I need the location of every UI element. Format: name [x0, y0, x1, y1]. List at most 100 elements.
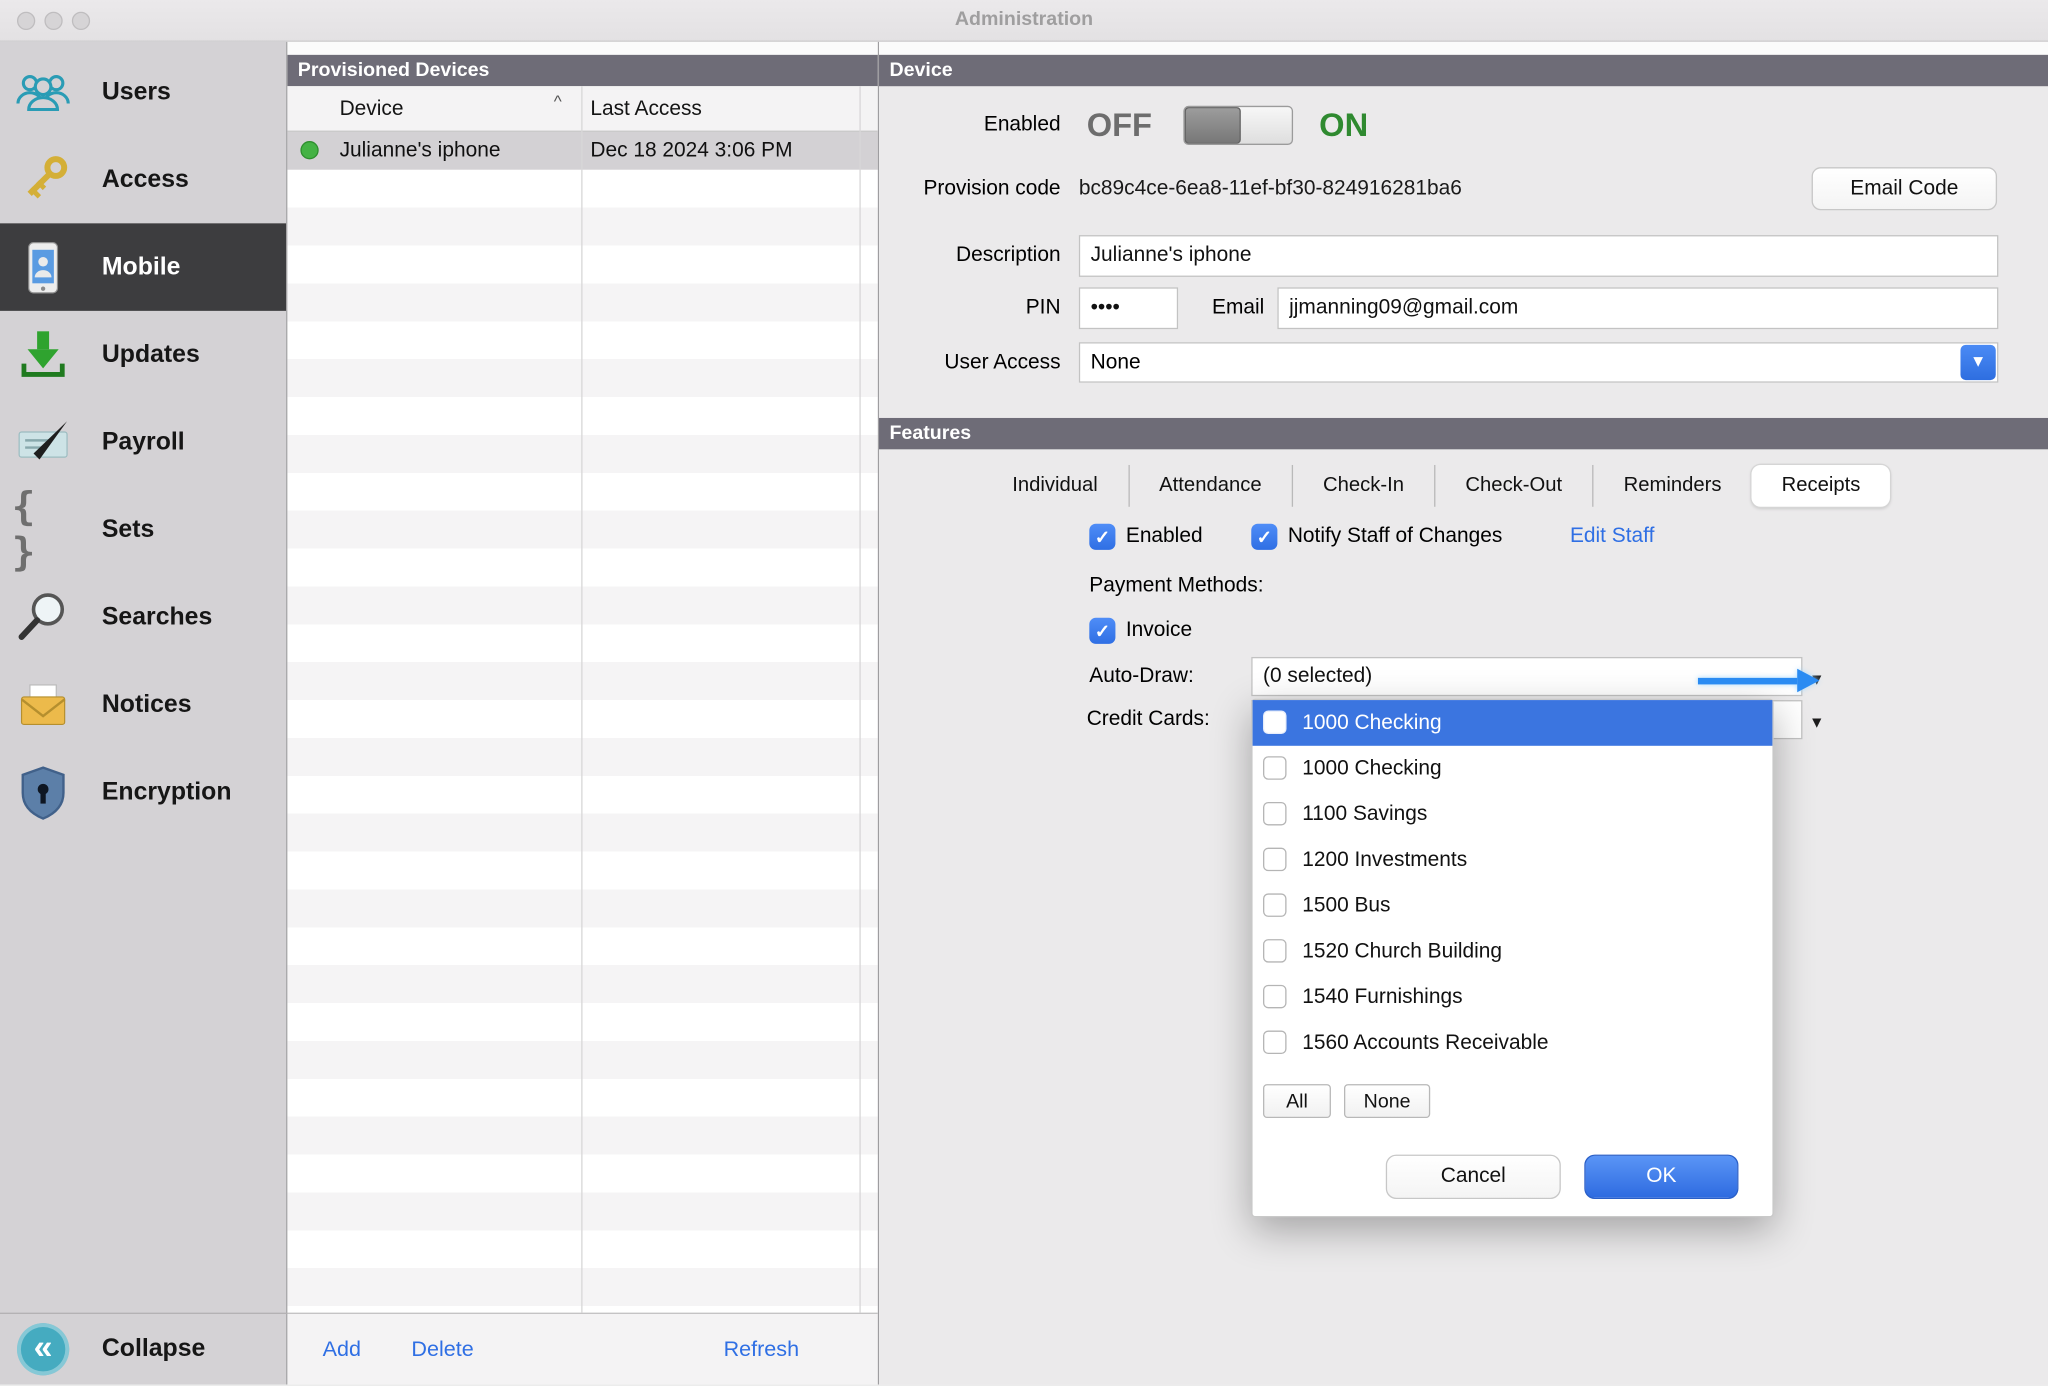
- status-online-dot: [300, 141, 318, 159]
- account-option[interactable]: 1200 Investments: [1253, 837, 1773, 883]
- pin-input[interactable]: [1079, 287, 1178, 329]
- select-none-button[interactable]: None: [1344, 1084, 1430, 1118]
- checkbox-unchecked[interactable]: [1263, 756, 1287, 780]
- sidebar-item-notices[interactable]: Notices: [0, 661, 286, 749]
- sidebar-item-label: Searches: [102, 603, 212, 632]
- sidebar-item-encryption[interactable]: Encryption: [0, 748, 286, 836]
- sort-ascending-icon[interactable]: ^: [554, 91, 562, 111]
- sidebar-item-label: Sets: [102, 515, 154, 544]
- account-option-label: 1560 Accounts Receivable: [1302, 1020, 1548, 1066]
- panel-top-strip: [879, 42, 2048, 55]
- auto-draw-select[interactable]: (0 selected): [1251, 657, 1802, 696]
- chevron-down-icon[interactable]: ▾: [1960, 345, 1995, 380]
- cancel-button[interactable]: Cancel: [1386, 1155, 1561, 1199]
- account-option[interactable]: 1000 Checking: [1253, 700, 1773, 746]
- email-code-button[interactable]: Email Code: [1812, 167, 1997, 210]
- sidebar-item-access[interactable]: Access: [0, 136, 286, 224]
- auto-draw-label: Auto-Draw:: [1089, 657, 1233, 696]
- notify-staff-checkbox[interactable]: ✓: [1251, 524, 1277, 550]
- annotation-arrow-body: [1698, 678, 1797, 685]
- tab-individual[interactable]: Individual: [982, 465, 1128, 507]
- shield-icon: [12, 761, 75, 824]
- column-header-last-access[interactable]: Last Access: [590, 86, 702, 132]
- select-all-button[interactable]: All: [1263, 1084, 1331, 1118]
- sidebar-item-searches[interactable]: Searches: [0, 573, 286, 661]
- envelope-icon: [12, 673, 75, 736]
- users-icon: [12, 61, 75, 124]
- key-icon: [12, 148, 75, 211]
- checkbox-unchecked[interactable]: [1263, 939, 1287, 963]
- checkbox-unchecked[interactable]: [1263, 802, 1287, 826]
- column-divider: [859, 86, 860, 1312]
- checkbox-unchecked[interactable]: [1263, 711, 1287, 735]
- user-access-label: User Access: [879, 342, 1061, 382]
- device-name-cell: Julianne's iphone: [340, 132, 501, 170]
- dropdown-arrow-icon[interactable]: ▼: [1809, 713, 1825, 731]
- delete-device-button[interactable]: Delete: [411, 1314, 473, 1386]
- enabled-toggle[interactable]: [1183, 106, 1293, 145]
- invoice-label: Invoice: [1126, 618, 1192, 644]
- account-option[interactable]: 1520 Church Building: [1253, 929, 1773, 975]
- column-header-device[interactable]: Device: [340, 86, 404, 132]
- sidebar-item-payroll[interactable]: Payroll: [0, 398, 286, 486]
- device-header: Device: [879, 55, 2048, 86]
- account-option[interactable]: 1500 Bus: [1253, 883, 1773, 929]
- email-input[interactable]: [1277, 287, 1998, 329]
- tab-attendance[interactable]: Attendance: [1128, 465, 1292, 507]
- toggle-on-label: ON: [1319, 106, 1368, 145]
- account-option[interactable]: 1560 Accounts Receivable: [1253, 1020, 1773, 1066]
- account-option-label: 1520 Church Building: [1302, 929, 1502, 975]
- window-titlebar: Administration: [0, 0, 2048, 42]
- checkbox-unchecked[interactable]: [1263, 893, 1287, 917]
- accounts-popup: 1000 Checking 1000 Checking 1100 Savings…: [1251, 699, 1773, 1218]
- column-divider: [581, 86, 582, 1312]
- sidebar-item-label: Users: [102, 78, 171, 107]
- enabled-checkbox-label: Enabled: [1126, 524, 1203, 550]
- collapse-chevrons: «: [34, 1326, 53, 1366]
- credit-cards-label: Credit Cards:: [1087, 700, 1233, 739]
- collapse-icon: «: [17, 1323, 69, 1375]
- description-input[interactable]: [1079, 235, 1999, 277]
- magnifier-icon: [12, 586, 75, 649]
- features-header: Features: [879, 418, 2048, 449]
- collapse-label: Collapse: [102, 1335, 205, 1364]
- sidebar-item-updates[interactable]: Updates: [0, 311, 286, 399]
- account-option[interactable]: 1540 Furnishings: [1253, 974, 1773, 1020]
- tab-reminders[interactable]: Reminders: [1592, 465, 1751, 507]
- checkbox-unchecked[interactable]: [1263, 985, 1287, 1009]
- checkbox-unchecked[interactable]: [1263, 1031, 1287, 1055]
- braces-icon: { }: [12, 498, 75, 561]
- account-option-label: 1000 Checking: [1302, 746, 1441, 792]
- account-option-label: 1100 Savings: [1302, 792, 1427, 838]
- provision-code-label: Provision code: [879, 168, 1061, 210]
- sidebar-item-label: Notices: [102, 690, 192, 719]
- sidebar-item-label: Payroll: [102, 428, 185, 457]
- ok-button[interactable]: OK: [1584, 1155, 1738, 1199]
- tab-receipts[interactable]: Receipts: [1752, 465, 1891, 507]
- last-access-cell: Dec 18 2024 3:06 PM: [590, 132, 792, 170]
- enabled-checkbox[interactable]: ✓: [1089, 524, 1115, 550]
- account-option-label: 1200 Investments: [1302, 837, 1467, 883]
- account-option[interactable]: 1100 Savings: [1253, 792, 1773, 838]
- account-option-label: 1000 Checking: [1302, 700, 1441, 746]
- sidebar-item-mobile[interactable]: Mobile: [0, 223, 286, 311]
- provision-code-value: bc89c4ce-6ea8-11ef-bf30-824916281ba6: [1079, 168, 1462, 210]
- auto-draw-value: (0 selected): [1263, 665, 1372, 687]
- toggle-knob[interactable]: [1185, 107, 1241, 144]
- invoice-checkbox[interactable]: ✓: [1089, 618, 1115, 644]
- tab-check-out[interactable]: Check-Out: [1434, 465, 1592, 507]
- edit-staff-link[interactable]: Edit Staff: [1570, 524, 1654, 550]
- sidebar-collapse-button[interactable]: « Collapse: [0, 1313, 287, 1385]
- user-access-select[interactable]: None ▾: [1079, 342, 1999, 382]
- tab-check-in[interactable]: Check-In: [1292, 465, 1434, 507]
- sidebar-item-sets[interactable]: { } Sets: [0, 486, 286, 574]
- add-device-button[interactable]: Add: [323, 1314, 361, 1386]
- sidebar-item-label: Encryption: [102, 778, 232, 807]
- enabled-label: Enabled: [879, 106, 1061, 145]
- devices-action-bar: Add Delete Refresh: [287, 1313, 877, 1385]
- checkbox-unchecked[interactable]: [1263, 848, 1287, 872]
- refresh-button[interactable]: Refresh: [724, 1314, 799, 1386]
- sidebar-item-label: Updates: [102, 340, 200, 369]
- account-option[interactable]: 1000 Checking: [1253, 746, 1773, 792]
- sidebar-item-users[interactable]: Users: [0, 48, 286, 136]
